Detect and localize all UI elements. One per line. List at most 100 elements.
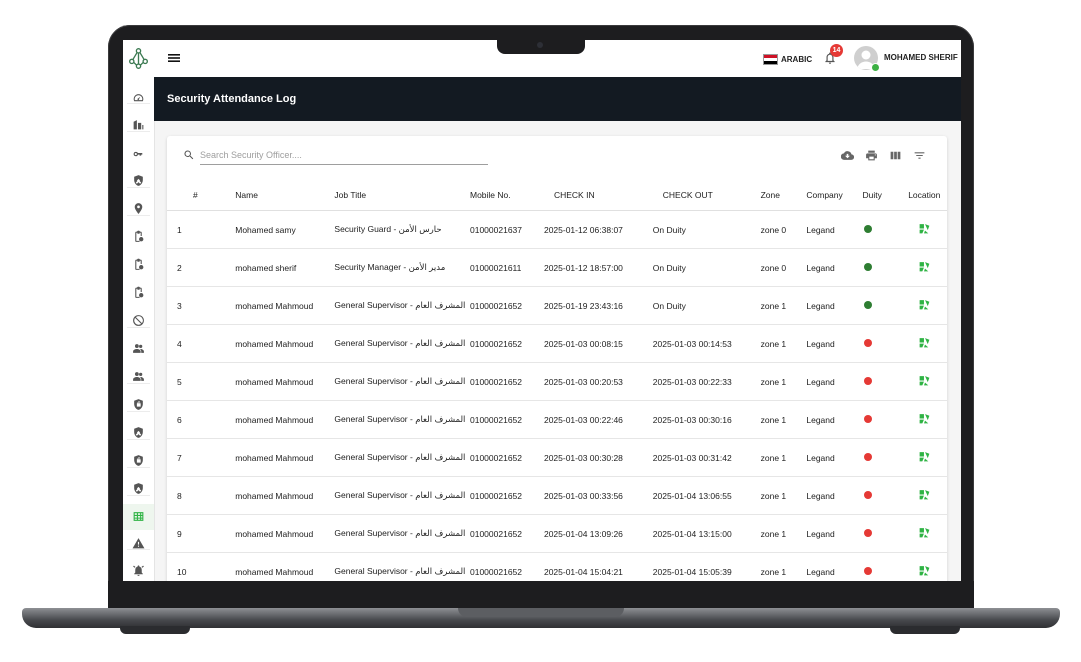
off-duty-dot [864,566,873,575]
row-company: Legand [806,476,863,515]
row-location-button[interactable] [901,362,947,401]
user-name[interactable]: MOHAMED SHERIF [884,53,958,62]
app-logo-icon[interactable] [127,47,150,70]
alarm-bell-icon [133,565,144,576]
download-button[interactable] [840,148,854,162]
sidebar-item-6[interactable] [130,228,147,245]
location-map-icon [919,414,930,424]
table-row[interactable]: 5 mohamed Mahmoud General Supervisor - الم… [167,362,947,401]
row-location-button[interactable] [901,286,947,325]
row-number: 10 [167,552,236,581]
location-map-icon [919,452,930,462]
row-check-out: On Duity [652,248,761,287]
sidebar-item-10[interactable] [130,340,147,357]
row-number: 2 [167,248,236,287]
table-row[interactable]: 7 mohamed Mahmoud General Supervisor - الم… [167,438,947,477]
table-grid-icon [133,512,144,521]
clipboard-icon [135,286,144,298]
row-location-button[interactable] [901,514,947,553]
row-location-button[interactable] [901,324,947,363]
header-mobile[interactable]: Mobile No. [470,180,544,211]
row-location-button[interactable] [901,438,947,477]
row-location-button[interactable] [901,552,947,581]
row-job-title: General Supervisor - المشرف العام [334,552,470,581]
row-name: mohamed Mahmoud [235,438,335,477]
sidebar-item-16[interactable] [130,508,147,525]
header-number[interactable]: # [167,180,236,211]
header-check-in[interactable]: CHECK IN [543,180,653,211]
sidebar-item-18[interactable] [130,562,147,579]
table-row[interactable]: 10 mohamed Mahmoud General Supervisor - ال… [167,552,947,581]
columns-button[interactable] [888,148,902,162]
sidebar-item-12[interactable] [130,396,147,413]
row-number: 9 [167,514,236,553]
row-location-button[interactable] [901,210,947,249]
table-row[interactable]: 6 mohamed Mahmoud General Supervisor - الم… [167,400,947,439]
row-duty-status [862,210,902,249]
header-check-out[interactable]: CHECK OUT [652,180,761,211]
off-duty-dot [864,528,873,537]
row-location-button[interactable] [901,400,947,439]
print-button[interactable] [864,148,878,162]
table-row[interactable]: 4 mohamed Mahmoud General Supervisor - الم… [167,324,947,363]
on-duty-dot [864,224,873,233]
sidebar-item-13[interactable] [130,424,147,441]
lock-shield-icon [134,399,143,410]
row-check-in: 2025-01-19 23:43:16 [543,286,653,325]
search-input[interactable] [200,146,488,165]
header-name[interactable]: Name [235,180,335,211]
sidebar-item-5[interactable] [130,200,147,217]
sidebar-item-15[interactable] [130,480,147,497]
row-company: Legand [806,324,863,363]
sidebar-item-2[interactable] [130,116,147,133]
attendance-table: # Name Job Title Mobile No. CHECK IN CHE… [167,180,947,581]
row-company: Legand [806,248,863,287]
cloud-download-icon [840,150,854,160]
row-zone: zone 1 [760,552,807,581]
sidebar-item-3[interactable] [130,145,147,162]
row-number: 1 [167,210,236,249]
shield-icon [134,483,143,494]
sidebar-item-4[interactable] [130,172,147,189]
sidebar-item-7[interactable] [130,256,147,273]
laptop-base-notch [458,608,624,617]
row-location-button[interactable] [901,248,947,287]
location-map-icon [919,490,930,500]
row-number: 5 [167,362,236,401]
row-location-button[interactable] [901,476,947,515]
header-zone[interactable]: Zone [760,180,807,211]
table-row[interactable]: 8 mohamed Mahmoud General Supervisor - الم… [167,476,947,515]
table-row[interactable]: 3 mohamed Mahmoud General Supervisor - الم… [167,286,947,325]
header-company[interactable]: Company [806,180,863,211]
row-check-in: 2025-01-03 00:30:28 [543,438,653,477]
sidebar-item-8[interactable] [130,284,147,301]
sidebar-item-1[interactable] [130,90,147,107]
sidebar-item-11[interactable] [130,368,147,385]
sidebar-item-17[interactable] [130,535,147,552]
row-check-out: 2025-01-04 13:06:55 [652,476,761,515]
table-row[interactable]: 2 mohamed sherif Security Manager - مدير ا… [167,248,947,287]
header-job-title[interactable]: Job Title [334,180,470,211]
row-name: mohamed Mahmoud [235,324,335,363]
sidebar-item-14[interactable] [130,452,147,469]
row-zone: zone 1 [760,286,807,325]
header-location[interactable]: Location [901,180,947,211]
buildings-icon [133,120,144,130]
row-company: Legand [806,400,863,439]
table-row[interactable]: 9 mohamed Mahmoud General Supervisor - الم… [167,514,947,553]
row-job-title: General Supervisor - المشرف العام [334,286,470,325]
row-company: Legand [806,286,863,325]
row-check-out: 2025-01-04 13:15:00 [652,514,761,553]
row-mobile: 01000021611 [470,248,544,287]
row-check-out: 2025-01-03 00:30:16 [652,400,761,439]
search-icon [184,150,194,160]
sidebar-item-9[interactable] [130,312,147,329]
row-name: mohamed sherif [235,248,335,287]
header-duty[interactable]: Duity [862,180,902,211]
table-row[interactable]: 1 Mohamed samy Security Guard - حارس الأمن… [167,210,947,249]
row-job-title: General Supervisor - المشرف العام [334,400,470,439]
row-name: mohamed Mahmoud [235,552,335,581]
language-switch[interactable]: ARABIC [763,53,812,65]
filter-button[interactable] [912,148,926,162]
hamburger-menu-icon[interactable] [167,51,181,65]
